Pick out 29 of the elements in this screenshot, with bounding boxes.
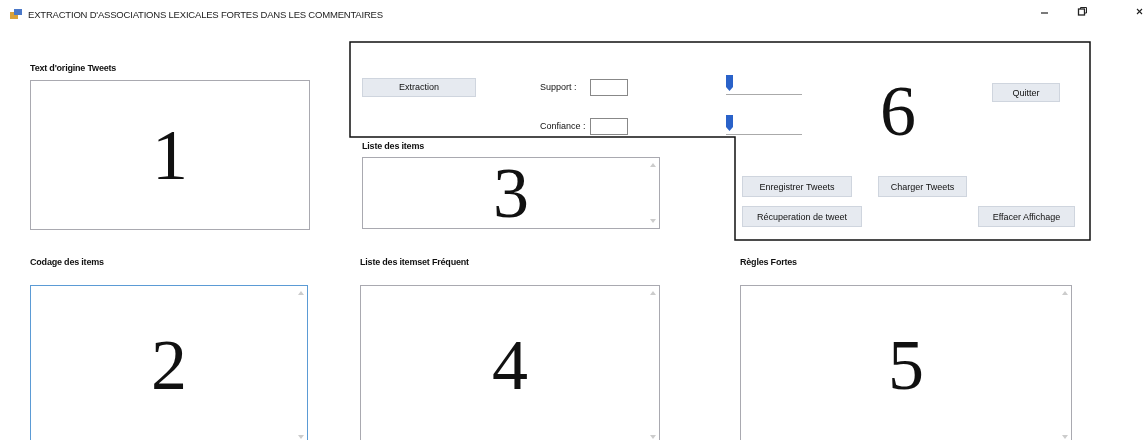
slider[interactable] xyxy=(726,75,802,97)
annotation-number: 5 xyxy=(888,329,924,401)
text-area[interactable]: 1 xyxy=(30,80,310,230)
slider-thumb[interactable] xyxy=(726,75,733,91)
window-title: EXTRACTION D'ASSOCIATIONS LEXICALES FORTES DANS LES COMMENTAIRES xyxy=(28,8,383,20)
parameter-input[interactable] xyxy=(590,117,628,135)
slider[interactable] xyxy=(726,115,802,137)
annotation-number: 1 xyxy=(152,119,188,191)
maximize-icon[interactable] xyxy=(1077,6,1088,18)
field-label: Liste des items xyxy=(362,140,425,152)
extraction-button[interactable]: Extraction xyxy=(362,77,476,97)
app-icon xyxy=(10,9,22,19)
parameter-input[interactable] xyxy=(590,78,628,96)
annotation-number: 2 xyxy=(151,329,187,401)
annotation-number: 4 xyxy=(492,329,528,401)
action-button[interactable]: Récuperation de tweet xyxy=(742,206,862,227)
parameter-label: Support : xyxy=(540,82,578,92)
slider-thumb[interactable] xyxy=(726,115,733,131)
action-button[interactable]: Effacer Affichage xyxy=(978,206,1075,227)
field-label: Text d'origine Tweets xyxy=(30,62,117,74)
field-label: Règles Fortes xyxy=(740,256,797,268)
action-button[interactable]: Charger Tweets xyxy=(878,176,967,197)
annotation-number: 6 xyxy=(880,75,916,138)
parameter-label: Confiance : xyxy=(540,121,587,131)
action-button[interactable]: Enregistrer Tweets xyxy=(742,176,852,197)
field-label: Liste des itemset Fréquent xyxy=(360,256,469,268)
field-label: Codage des items xyxy=(30,256,104,268)
quit-button[interactable]: Quitter xyxy=(992,83,1060,102)
annotation-number: 3 xyxy=(493,157,529,229)
